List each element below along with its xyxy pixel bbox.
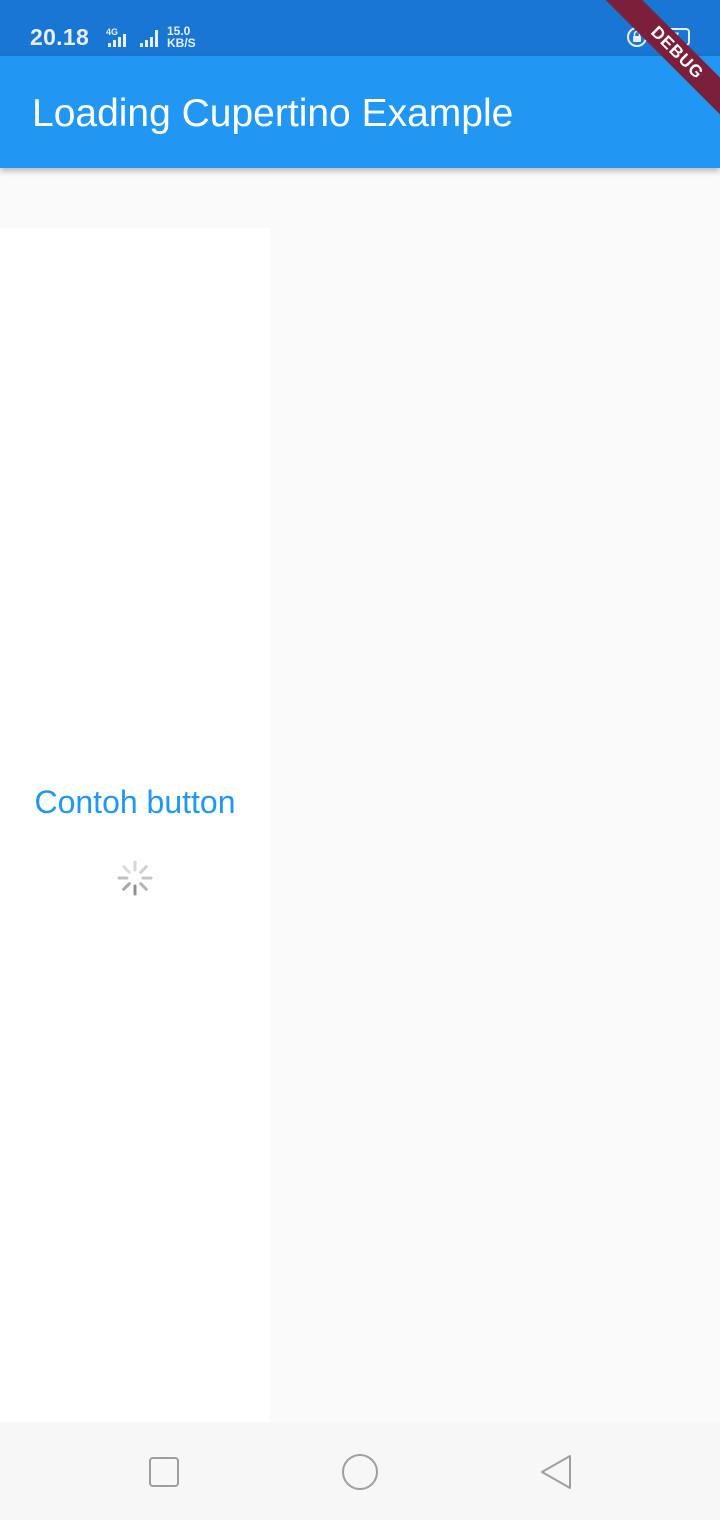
contoh-button[interactable]: Contoh button bbox=[0, 784, 270, 821]
status-bar: 20.18 4G 15.0 KB/S 67 bbox=[0, 0, 720, 56]
network-speed: 15.0 KB/S bbox=[167, 25, 196, 49]
home-icon[interactable] bbox=[340, 1452, 380, 1492]
network-speed-unit: KB/S bbox=[167, 36, 196, 50]
page-title: Loading Cupertino Example bbox=[32, 92, 514, 135]
activity-indicator-icon bbox=[117, 860, 153, 896]
status-time: 20.18 bbox=[30, 24, 90, 50]
recent-apps-icon[interactable] bbox=[144, 1452, 184, 1492]
signal-icon: 4G bbox=[106, 27, 158, 47]
content-panel bbox=[0, 228, 270, 1422]
network-type-label: 4G bbox=[106, 27, 118, 37]
back-icon[interactable] bbox=[536, 1452, 576, 1492]
navigation-bar bbox=[0, 1422, 720, 1520]
app-bar: Loading Cupertino Example bbox=[0, 56, 720, 168]
